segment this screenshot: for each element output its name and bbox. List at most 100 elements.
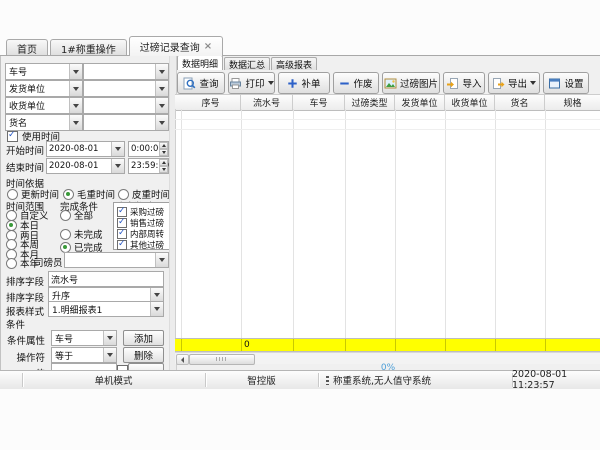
- data-tab-label: 数据汇总: [229, 58, 265, 71]
- toolbar-button-label: 打印: [245, 76, 264, 90]
- end-time-input[interactable]: 23:59:59: [128, 158, 169, 174]
- condition-attr-combo[interactable]: 车号: [51, 330, 117, 346]
- dropdown-arrow-icon[interactable]: [155, 64, 168, 79]
- image-button[interactable]: 过磅图片: [382, 72, 440, 94]
- radio-icon: [7, 189, 18, 200]
- window-bottom-area: [0, 388, 600, 450]
- tab-close-icon[interactable]: ×: [204, 43, 212, 51]
- toolbar: 查询 打印补单作废过磅图片导入导出设置: [177, 72, 589, 93]
- delete-condition-button[interactable]: 删除: [123, 347, 164, 363]
- dropdown-arrow-icon[interactable]: [69, 64, 82, 79]
- checkbox-icon: [117, 240, 127, 250]
- minus-button[interactable]: 作废: [333, 72, 379, 94]
- delete-button-label: 删除: [134, 348, 153, 362]
- summary-cell-divider: [395, 339, 396, 351]
- dropdown-arrow-icon[interactable]: [103, 331, 116, 345]
- statusbar-separator: [318, 373, 319, 387]
- data-tab[interactable]: 数据汇总: [224, 57, 270, 70]
- calendar-dropdown-icon[interactable]: [111, 159, 124, 173]
- column-header[interactable]: 过磅类型: [345, 94, 395, 111]
- report-style-combo[interactable]: 1.明细报表1: [48, 301, 164, 317]
- column-header[interactable]: 车号: [293, 94, 345, 111]
- checkbox-icon: [117, 218, 127, 228]
- sort-order-value: 升序: [49, 289, 70, 302]
- column-header[interactable]: 货名: [495, 94, 545, 111]
- grid-rowline: [175, 119, 600, 120]
- finish-state-option[interactable]: 未完成: [60, 227, 103, 241]
- field-selector-combo[interactable]: 车号: [5, 63, 83, 80]
- start-date-picker[interactable]: 2020-08-01: [46, 141, 125, 157]
- table-body[interactable]: [175, 109, 600, 338]
- dropdown-arrow-icon[interactable]: [69, 98, 82, 113]
- summary-cell-divider: [293, 339, 294, 351]
- dropdown-arrow-icon[interactable]: [530, 81, 536, 85]
- dropdown-arrow-icon[interactable]: [155, 253, 168, 267]
- data-tab-label: 数据明细: [182, 57, 218, 70]
- time-up-down-spinner[interactable]: [159, 142, 168, 156]
- dropdown-arrow-icon[interactable]: [155, 81, 168, 96]
- radio-icon: [60, 242, 71, 253]
- printer-button[interactable]: 打印: [228, 72, 275, 94]
- weigh-type-option[interactable]: 其他过磅: [117, 239, 164, 251]
- search-button[interactable]: 查询: [177, 72, 225, 94]
- main-tab-label: 1#称重操作: [61, 41, 116, 56]
- export-button[interactable]: 导出: [488, 72, 540, 94]
- data-tab-bar: 数据明细数据汇总高级报表: [177, 56, 317, 70]
- column-header[interactable]: 规格: [545, 94, 600, 111]
- field-value-combo[interactable]: [83, 80, 169, 97]
- status-mode: 单机模式: [22, 371, 205, 389]
- main-tab[interactable]: 首页: [6, 39, 48, 56]
- column-header[interactable]: 流水号: [241, 94, 293, 111]
- end-date-value: 2020-08-01: [47, 161, 98, 171]
- plus-button[interactable]: 补单: [278, 72, 330, 94]
- condition-attr-label: 条件属性: [1, 333, 45, 347]
- summary-cell-divider: [345, 339, 346, 351]
- system-logo-icon: [326, 376, 329, 385]
- condition-op-combo[interactable]: 等于: [51, 347, 117, 363]
- column-header[interactable]: 收货单位: [445, 94, 495, 111]
- dropdown-arrow-icon[interactable]: [69, 115, 82, 130]
- finish-state-option[interactable]: 全部: [60, 208, 93, 222]
- dropdown-arrow-icon[interactable]: [150, 302, 163, 316]
- dropdown-arrow-icon[interactable]: [155, 115, 168, 130]
- dropdown-arrow-icon[interactable]: [268, 81, 274, 85]
- data-tab-active[interactable]: 数据明细: [177, 55, 223, 70]
- main-tab-label: 过磅记录查询: [140, 39, 200, 54]
- weigher-combo[interactable]: [64, 252, 169, 268]
- column-header[interactable]: 发货单位: [395, 94, 445, 111]
- use-time-checkbox[interactable]: [7, 131, 18, 142]
- main-tab[interactable]: 1#称重操作: [50, 39, 127, 56]
- filter-panel: 车号发货单位收货单位货名 使用时间 开始时间 2020-08-01 0:00:0…: [1, 56, 169, 388]
- column-header[interactable]: 序号: [181, 94, 241, 111]
- summary-cell-divider: [445, 339, 446, 351]
- start-time-label: 开始时间: [6, 143, 44, 157]
- sort-order-label: 排序字段: [6, 290, 44, 304]
- dropdown-arrow-icon[interactable]: [155, 98, 168, 113]
- grid-vline: [345, 109, 346, 338]
- report-style-label: 报表样式: [6, 304, 44, 318]
- calendar-dropdown-icon[interactable]: [111, 142, 124, 156]
- field-value-combo[interactable]: [83, 97, 169, 114]
- add-condition-button[interactable]: 添加: [123, 330, 164, 346]
- main-tab-bar: 首页 1#称重操作 过磅记录查询 ×: [6, 36, 600, 56]
- time-up-down-spinner[interactable]: [159, 159, 168, 173]
- sort-field-value: 流水号: [49, 273, 78, 286]
- report-style-value: 1.明细报表1: [49, 303, 102, 316]
- field-selector-combo[interactable]: 收货单位: [5, 97, 83, 114]
- export-icon: [492, 77, 505, 90]
- sort-field-input[interactable]: 流水号: [48, 271, 164, 287]
- field-selector-combo[interactable]: 发货单位: [5, 80, 83, 97]
- minus-icon: [339, 78, 350, 89]
- dropdown-arrow-icon[interactable]: [150, 288, 163, 302]
- dropdown-arrow-icon[interactable]: [69, 81, 82, 96]
- data-tab[interactable]: 高级报表: [271, 57, 317, 70]
- start-time-input[interactable]: 0:00:00: [128, 141, 169, 157]
- settings-button[interactable]: 设置: [543, 72, 589, 94]
- main-tab-active[interactable]: 过磅记录查询 ×: [129, 36, 223, 56]
- field-value-combo[interactable]: [83, 63, 169, 80]
- import-button[interactable]: 导入: [443, 72, 485, 94]
- field-value-combo[interactable]: [83, 114, 169, 131]
- end-date-picker[interactable]: 2020-08-01: [46, 158, 125, 174]
- condition-op-value: 等于: [52, 349, 73, 362]
- dropdown-arrow-icon[interactable]: [103, 348, 116, 362]
